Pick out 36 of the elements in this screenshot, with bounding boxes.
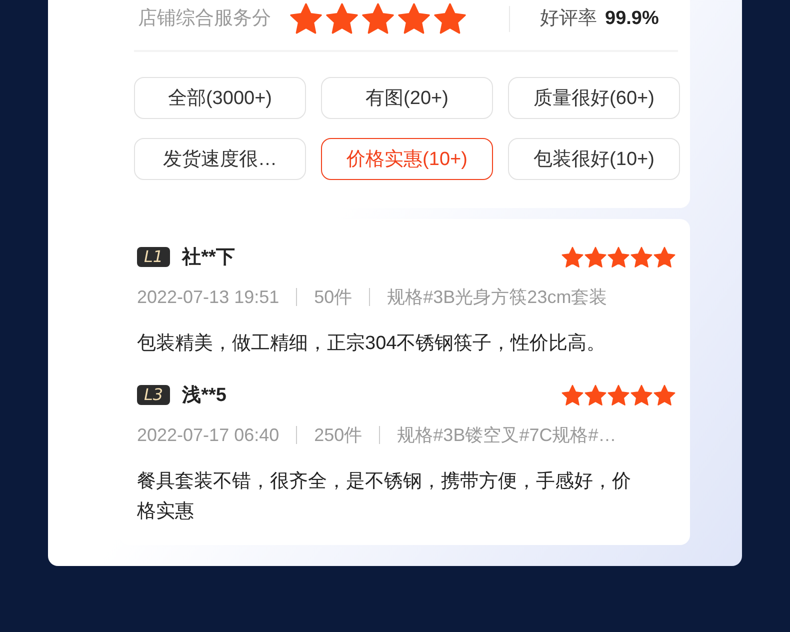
star-icon [607, 384, 630, 406]
star-icon [433, 2, 467, 36]
user-name: 浅**5 [182, 384, 228, 408]
user-name: 社**下 [182, 246, 236, 270]
review-date: 2022-07-17 06:40 [137, 424, 280, 446]
filter-tag[interactable]: 有图(20+) [321, 77, 493, 119]
filter-tag[interactable]: 发货速度很… [134, 138, 306, 180]
star-icon [607, 246, 630, 268]
review-spec: 规格#3B镂空叉#7C规格#… [397, 424, 616, 447]
score-label: 店铺综合服务分 [138, 7, 271, 31]
filter-tag[interactable]: 全部(3000+) [134, 77, 306, 119]
review-spec: 规格#3B光身方筷23cm套装 [387, 286, 608, 309]
star-icon [653, 384, 676, 406]
star-icon [584, 384, 607, 406]
review-quantity: 250件 [314, 424, 362, 447]
star-icon [397, 2, 431, 36]
review-quantity: 50件 [314, 286, 352, 309]
star-icon [561, 246, 584, 268]
star-icon [325, 2, 359, 36]
filter-tag[interactable]: 价格实惠(10+) [321, 138, 493, 180]
filter-tag[interactable]: 质量很好(60+) [508, 77, 680, 119]
review-text: 餐具套装不错，很齐全，是不锈钢，携带方便，手感好，价格实惠 [137, 470, 632, 524]
star-icon [561, 384, 584, 406]
star-icon [630, 384, 653, 406]
level-badge: L3 [137, 385, 170, 405]
rate-label: 好评率 [540, 7, 597, 31]
star-icon [289, 2, 323, 36]
filter-tag[interactable]: 包装很好(10+) [508, 138, 680, 180]
star-icon [361, 2, 395, 36]
rate-value: 99.9% [605, 7, 659, 31]
star-icon [653, 246, 676, 268]
review-text: 包装精美，做工精细，正宗304不锈钢筷子，性价比高。 [137, 332, 607, 356]
review-date: 2022-07-13 19:51 [137, 286, 280, 308]
star-icon [630, 246, 653, 268]
level-badge: L1 [137, 247, 170, 267]
star-icon [584, 246, 607, 268]
